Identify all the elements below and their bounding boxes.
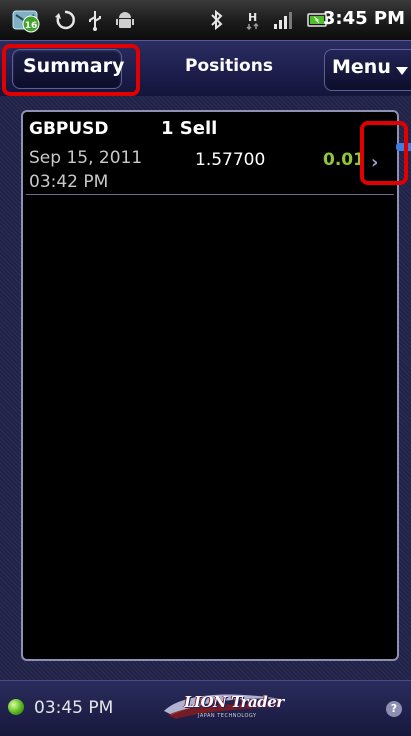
menu-button[interactable]: Menu xyxy=(324,49,411,91)
app-badge-icon: 16 xyxy=(10,7,44,33)
tab-positions[interactable]: Positions xyxy=(185,56,273,76)
svg-text:H: H xyxy=(248,11,257,24)
sync-icon xyxy=(54,7,76,33)
android-debug-icon xyxy=(114,7,136,33)
footer-time: 03:45 PM xyxy=(34,698,114,718)
help-icon[interactable]: ? xyxy=(386,701,402,717)
status-clock: 3:45 PM xyxy=(322,8,405,29)
status-bar: 16 H 3:45 PM xyxy=(0,0,411,40)
position-time: 03:42 PM xyxy=(29,172,109,192)
position-date: Sep 15, 2011 xyxy=(29,148,143,168)
lion-trader-logo: LION Trader JAPAN TECHNOLOGY xyxy=(162,689,284,725)
positions-list: GBPUSD 1 Sell Sep 15, 2011 1.57700 0.01 … xyxy=(21,110,399,661)
position-profit: 0.01 xyxy=(323,150,365,170)
detail-arrow-highlight-box xyxy=(360,121,408,185)
position-symbol: GBPUSD xyxy=(29,119,109,139)
summary-highlight-box xyxy=(2,44,140,96)
data-h-icon: H xyxy=(244,7,262,33)
footer-bar: 03:45 PM LION Trader JAPAN TECHNOLOGY ? xyxy=(0,680,411,736)
logo-subtext: JAPAN TECHNOLOGY xyxy=(198,713,257,719)
connection-status-icon xyxy=(8,699,24,715)
position-side: 1 Sell xyxy=(161,118,218,139)
menu-button-label: Menu xyxy=(332,56,391,78)
chevron-down-icon xyxy=(396,67,408,75)
position-price: 1.57700 xyxy=(195,150,266,170)
logo-text: LION Trader xyxy=(184,693,284,711)
usb-icon xyxy=(86,7,104,33)
svg-text:16: 16 xyxy=(25,21,38,31)
position-row[interactable]: GBPUSD 1 Sell Sep 15, 2011 1.57700 0.01 … xyxy=(23,112,397,196)
content-frame: GBPUSD 1 Sell Sep 15, 2011 1.57700 0.01 … xyxy=(0,96,411,680)
bluetooth-icon xyxy=(208,7,226,33)
signal-icon xyxy=(272,7,294,33)
row-divider xyxy=(26,194,394,195)
